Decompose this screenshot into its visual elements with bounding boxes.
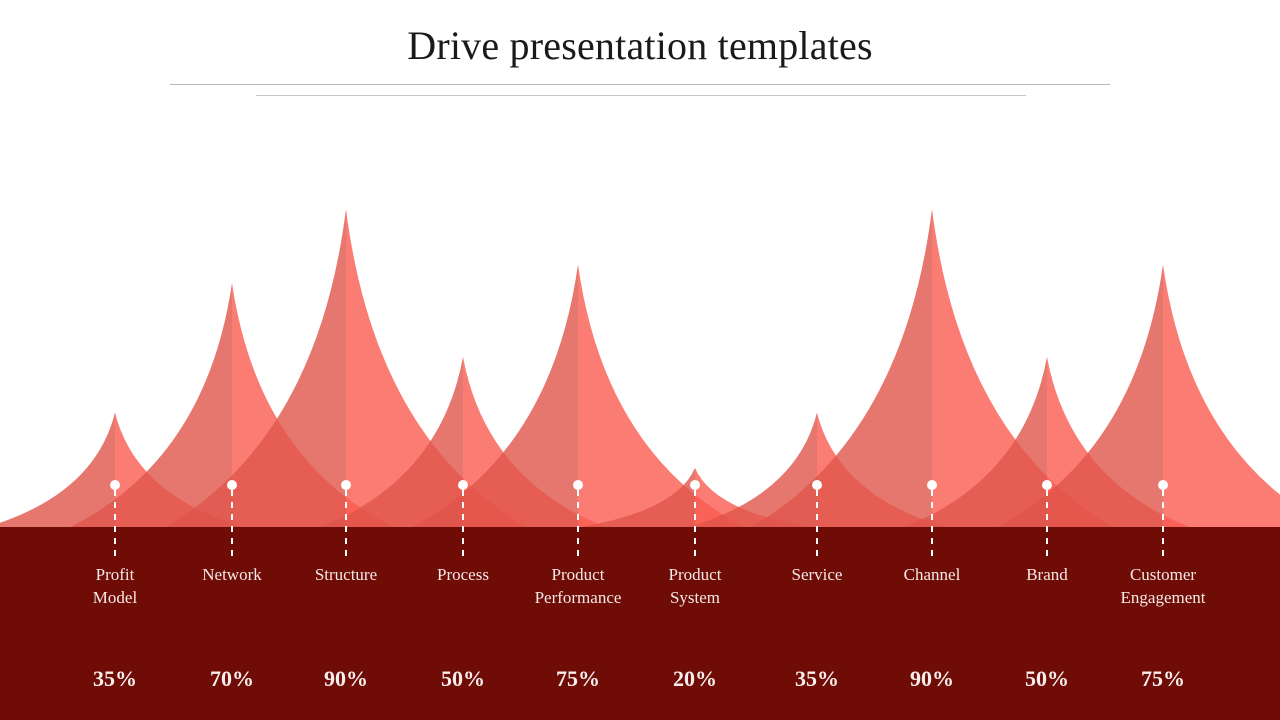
marker-dot bbox=[927, 480, 937, 490]
marker-dot bbox=[690, 480, 700, 490]
slide-canvas: Drive presentation templates Profit Mode… bbox=[0, 0, 1280, 720]
marker-dot bbox=[110, 480, 120, 490]
marker-dashed-line bbox=[577, 490, 579, 560]
peak-half bbox=[0, 412, 115, 527]
marker-dot bbox=[1042, 480, 1052, 490]
marker-dashed-line bbox=[1046, 490, 1048, 560]
marker-dot bbox=[573, 480, 583, 490]
marker-dashed-line bbox=[1162, 490, 1164, 560]
marker-dot bbox=[1158, 480, 1168, 490]
marker-dashed-line bbox=[816, 490, 818, 560]
value-label: 75% bbox=[1141, 666, 1185, 691]
peak-series-svg bbox=[0, 209, 1280, 527]
marker-dashed-line bbox=[231, 490, 233, 560]
marker-dashed-line bbox=[462, 490, 464, 560]
marker-dashed-line bbox=[931, 490, 933, 560]
category-label: Customer Engagement bbox=[1120, 565, 1206, 607]
marker-dashed-line bbox=[345, 490, 347, 560]
marker-dashed-line bbox=[694, 490, 696, 560]
peak-half bbox=[1163, 264, 1280, 527]
marker-dot bbox=[227, 480, 237, 490]
peak-half bbox=[578, 264, 745, 527]
peak-shapes bbox=[0, 209, 1280, 527]
marker-dot bbox=[458, 480, 468, 490]
marker-dot bbox=[812, 480, 822, 490]
marker-dashed-line bbox=[114, 490, 116, 560]
marker-dot bbox=[341, 480, 351, 490]
